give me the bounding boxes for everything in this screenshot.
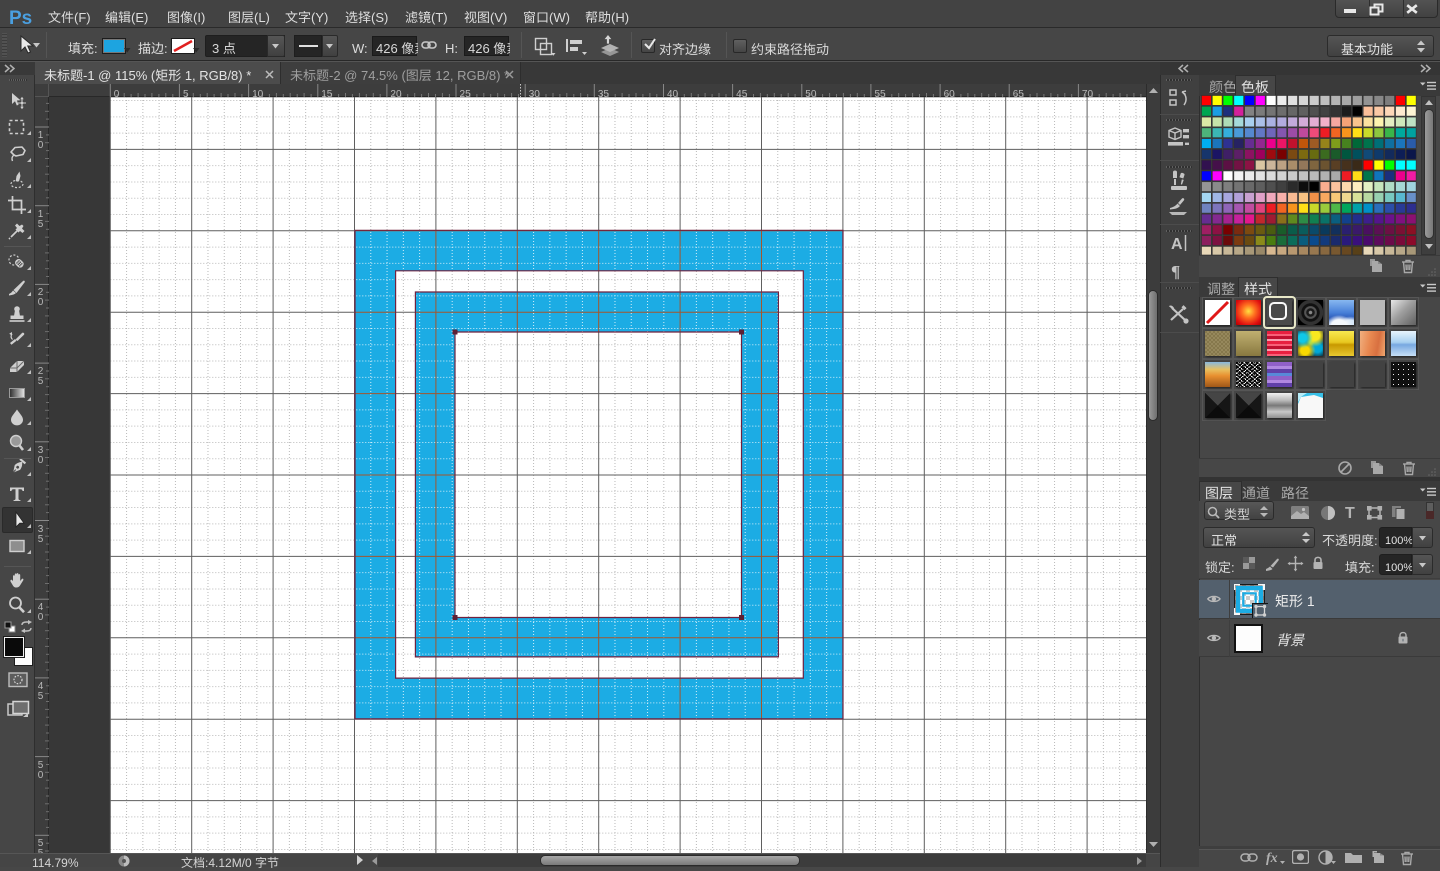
svg-text:fx: fx [1266,851,1278,865]
svg-text:¶: ¶ [1171,262,1180,280]
svg-text:A: A [1171,236,1183,253]
svg-text:T: T [1345,505,1355,521]
